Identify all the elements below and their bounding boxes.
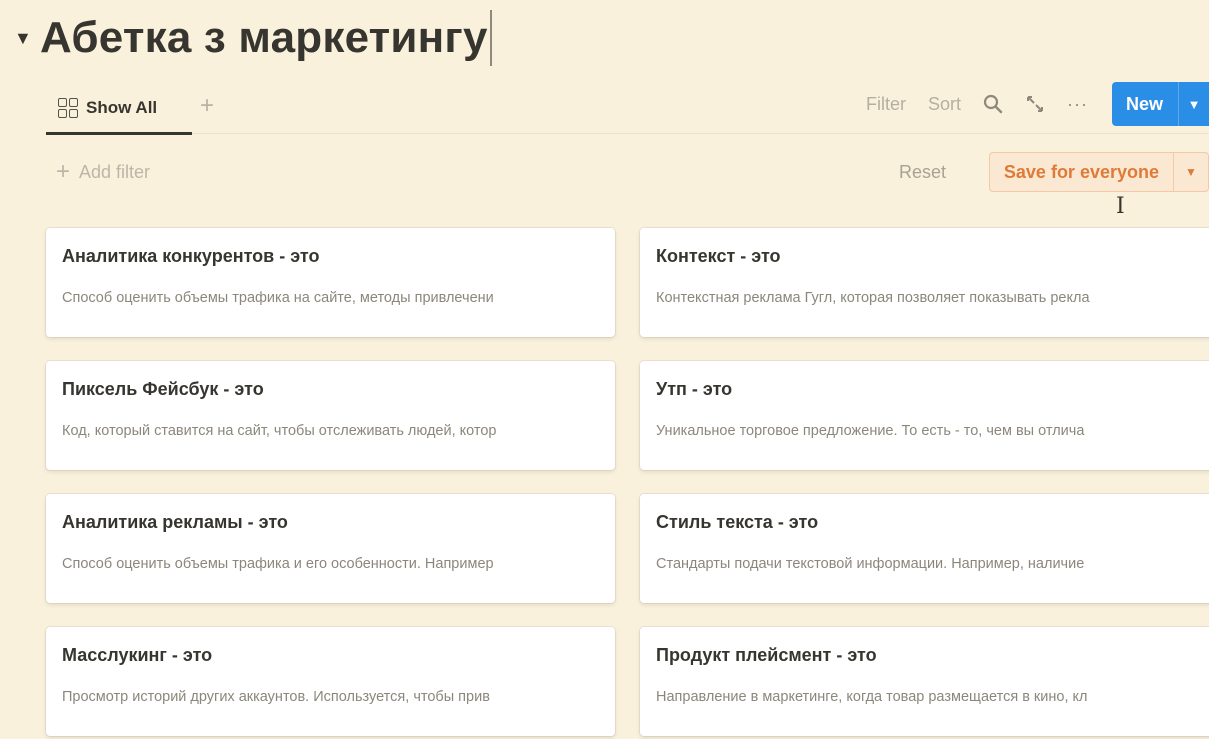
card-description: Контекстная реклама Гугл, которая позвол… xyxy=(656,290,1090,306)
active-tab-indicator xyxy=(46,132,192,135)
new-dropdown-chevron-icon[interactable]: ▼ xyxy=(1178,82,1209,126)
card-description: Направление в маркетинге, когда товар ра… xyxy=(656,689,1088,705)
card-description: Стандарты подачи текстовой информации. Н… xyxy=(656,556,1085,572)
tab-label: Show All xyxy=(86,98,158,117)
save-dropdown-chevron-icon[interactable]: ▼ xyxy=(1173,152,1209,192)
card-description: Способ оценить объемы трафика на сайте, … xyxy=(62,290,494,306)
card-title: Пиксель Фейсбук - это xyxy=(62,379,264,399)
tab-show-all[interactable]: Show All xyxy=(46,82,192,135)
gallery-card[interactable]: Аналитика рекламы - это Способ оценить о… xyxy=(46,494,615,603)
gallery-card[interactable]: Утп - это Уникальное торговое предложени… xyxy=(640,361,1209,470)
add-filter-label: Add filter xyxy=(79,161,151,182)
card-title: Продукт плейсмент - это xyxy=(656,645,877,665)
plus-icon: + xyxy=(56,158,71,185)
card-description: Уникальное торговое предложение. То есть… xyxy=(656,423,1085,439)
card-title: Масслукинг - это xyxy=(62,645,213,665)
card-title: Аналитика конкурентов - это xyxy=(62,246,320,266)
filter-button[interactable]: Filter xyxy=(866,94,906,115)
view-tabs-bar: Show All + Filter Sort ··· New ▼ xyxy=(46,82,1209,135)
page-title[interactable]: Абетка з маркетингу xyxy=(40,13,488,63)
card-description: Просмотр историй других аккаунтов. Испол… xyxy=(62,689,490,705)
more-options-icon[interactable]: ··· xyxy=(1067,94,1088,115)
card-description: Код, который ставится на сайт, чтобы отс… xyxy=(62,423,497,439)
save-for-everyone-button[interactable]: Save for everyone xyxy=(988,152,1174,192)
expand-arrows-icon[interactable] xyxy=(1025,94,1045,114)
toggle-triangle-icon[interactable]: ▼ xyxy=(12,28,40,49)
gallery-card[interactable]: Аналитика конкурентов - это Способ оцени… xyxy=(46,228,615,337)
gallery-card[interactable]: Стиль текста - это Стандарты подачи текс… xyxy=(640,494,1209,603)
text-cursor xyxy=(489,10,492,66)
gallery-grid-icon xyxy=(58,98,78,118)
gallery-card[interactable]: Контекст - это Контекстная реклама Гугл,… xyxy=(640,228,1209,337)
search-icon[interactable] xyxy=(983,94,1003,114)
card-title: Утп - это xyxy=(656,379,733,399)
card-title: Аналитика рекламы - это xyxy=(62,512,288,532)
add-view-plus-icon[interactable]: + xyxy=(200,92,214,120)
mouse-ibeam-cursor-icon: I xyxy=(1116,194,1125,219)
card-title: Контекст - это xyxy=(656,246,781,266)
gallery-card[interactable]: Продукт плейсмент - это Направление в ма… xyxy=(640,627,1209,736)
filter-bar: + Add filter Reset Save for everyone ▼ xyxy=(46,152,1209,192)
add-filter-button[interactable]: + Add filter xyxy=(56,160,150,184)
card-description: Способ оценить объемы трафика и его особ… xyxy=(62,556,494,572)
gallery-card[interactable]: Масслукинг - это Просмотр историй других… xyxy=(46,627,615,736)
page-header: ▼ Абетка з маркетингу xyxy=(12,8,492,68)
sort-button[interactable]: Sort xyxy=(928,94,961,115)
new-button[interactable]: New xyxy=(1111,82,1178,126)
gallery-card[interactable]: Пиксель Фейсбук - это Код, который стави… xyxy=(46,361,615,470)
reset-button[interactable]: Reset xyxy=(899,162,946,183)
card-title: Стиль текста - это xyxy=(656,512,819,532)
view-toolbar: Filter Sort ··· New ▼ xyxy=(866,82,1209,126)
